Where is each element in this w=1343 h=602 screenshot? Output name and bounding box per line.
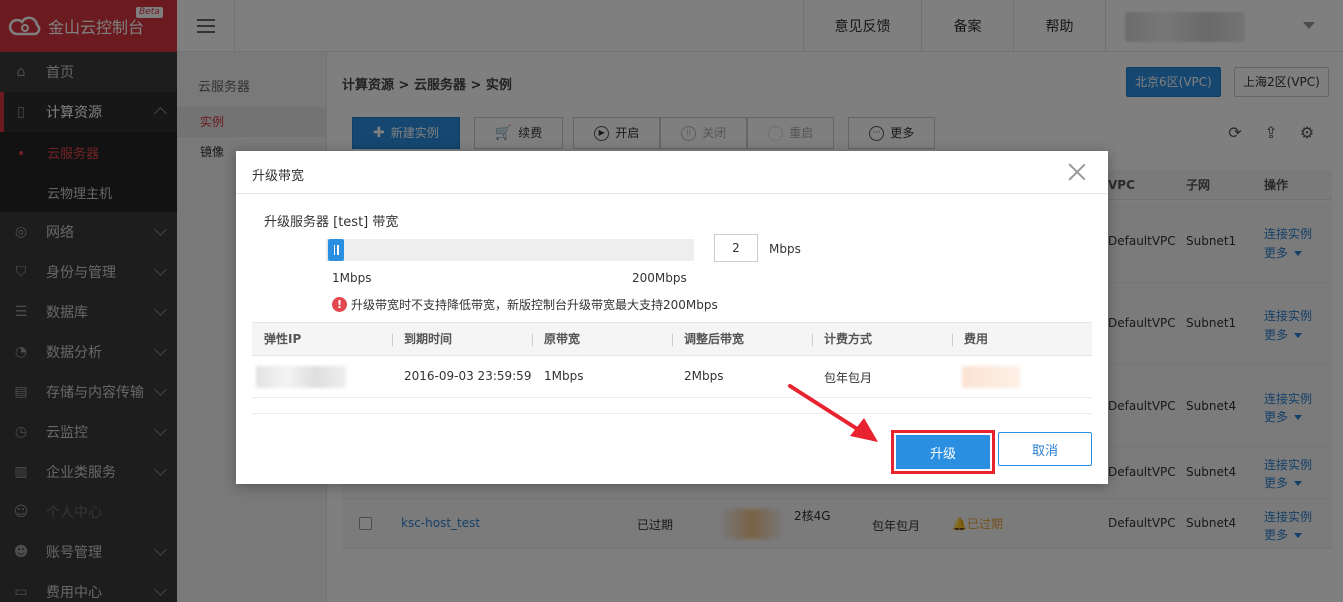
annotation-arrow-icon (788, 384, 878, 442)
table-row: 2016-09-03 23:59:59 1Mbps 2Mbps 包年包月 (252, 356, 1092, 398)
bandwidth-table: 弹性IP 到期时间 原带宽 调整后带宽 计费方式 费用 2016-09-03 2… (252, 322, 1092, 398)
divider (252, 413, 1092, 414)
upgrade-bandwidth-dialog: 升级带宽 升级服务器 [test] 带宽 Mbps 1Mbps 200Mbps … (236, 151, 1108, 484)
bandwidth-unit: Mbps (769, 242, 801, 256)
dialog-header: 升级带宽 (236, 151, 1108, 194)
column-header-old-bw: 原带宽 (532, 323, 581, 356)
warning-message: ! 升级带宽时不支持降低带宽，新版控制台升级带宽最大支持200Mbps (332, 296, 718, 313)
warning-text: 升级带宽时不支持降低带宽，新版控制台升级带宽最大支持200Mbps (351, 298, 718, 312)
column-header-fee-label: 费用 (964, 332, 989, 346)
upgrade-button[interactable]: 升级 (891, 430, 995, 474)
column-header-old-bw-label: 原带宽 (544, 332, 581, 346)
column-header-billing: 计费方式 (812, 323, 873, 356)
expire-time: 2016-09-03 23:59:59 (404, 369, 532, 383)
column-header-fee: 费用 (952, 323, 989, 356)
dialog-title: 升级带宽 (252, 169, 305, 184)
column-header-new-bw: 调整后带宽 (672, 323, 745, 356)
old-bandwidth: 1Mbps (544, 369, 584, 383)
column-header-expire: 到期时间 (392, 323, 453, 356)
bandwidth-input[interactable] (714, 234, 758, 262)
column-header-eip: 弹性IP (264, 332, 302, 346)
close-icon[interactable] (1066, 161, 1088, 183)
new-bandwidth: 2Mbps (684, 369, 724, 383)
warning-icon: ! (332, 297, 347, 312)
bandwidth-slider[interactable] (326, 239, 694, 261)
slider-max-label: 200Mbps (632, 271, 687, 285)
column-header-new-bw-label: 调整后带宽 (684, 332, 745, 346)
bandwidth-label: 升级服务器 [test] 带宽 (264, 215, 399, 230)
eip-value-blurred (256, 366, 346, 388)
cancel-button[interactable]: 取消 (998, 432, 1092, 466)
slider-min-label: 1Mbps (332, 271, 372, 285)
slider-handle[interactable] (328, 239, 344, 261)
column-header-billing-label: 计费方式 (824, 332, 873, 346)
column-header-expire-label: 到期时间 (404, 332, 453, 346)
bandwidth-table-header: 弹性IP 到期时间 原带宽 调整后带宽 计费方式 费用 (252, 322, 1092, 356)
fee-value-blurred (962, 366, 1020, 388)
